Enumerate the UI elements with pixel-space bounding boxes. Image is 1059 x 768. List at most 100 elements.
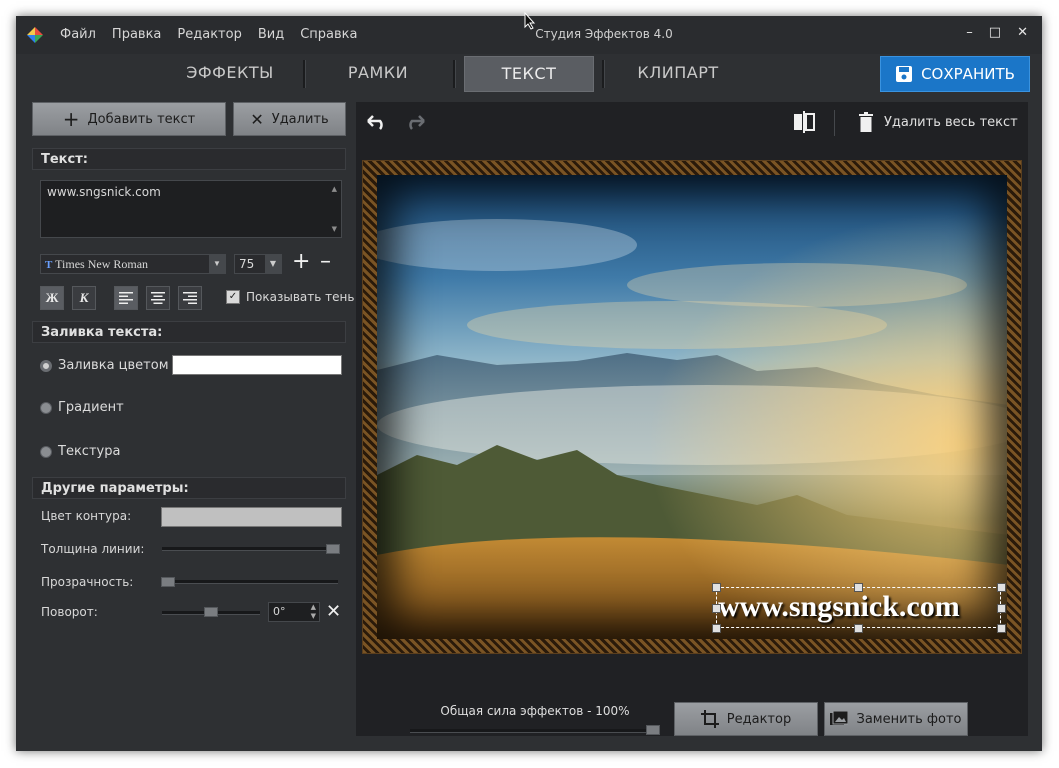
italic-button[interactable]: К — [72, 286, 96, 310]
chevron-down-icon[interactable]: ▼ — [265, 255, 281, 273]
fill-color-radio[interactable]: Заливка цветом — [40, 358, 169, 373]
delete-text-button[interactable]: ✕ Удалить — [233, 102, 346, 136]
line-width-thumb[interactable] — [326, 544, 340, 554]
spin-arrows-icon[interactable]: ▲ ▼ — [311, 603, 316, 621]
menu-help[interactable]: Справка — [300, 27, 357, 42]
align-right-icon — [183, 292, 197, 304]
line-width-label: Толщина линии: — [41, 542, 145, 556]
fill-color-swatch[interactable] — [172, 355, 342, 375]
tab-separator — [453, 60, 456, 88]
tab-clipart[interactable]: КЛИПАРТ — [608, 56, 748, 90]
font-size-value: 75 — [239, 257, 255, 271]
align-right-button[interactable] — [178, 286, 202, 310]
resize-handle[interactable] — [712, 604, 721, 613]
rotation-label: Поворот: — [41, 605, 98, 619]
increase-size-button[interactable]: + — [292, 250, 310, 274]
checkmark-icon: ✓ — [226, 290, 240, 304]
effect-strength-thumb[interactable] — [646, 725, 660, 735]
decrease-size-button[interactable]: – — [320, 250, 331, 274]
font-name: Times New Roman — [55, 257, 149, 271]
chevron-down-icon[interactable]: ▼ — [209, 255, 225, 273]
tab-separator — [602, 60, 605, 88]
rotation-thumb[interactable] — [204, 607, 218, 617]
menu-view[interactable]: Вид — [258, 27, 284, 42]
bold-button[interactable]: Ж — [40, 286, 64, 310]
align-left-icon — [119, 292, 133, 304]
text-input-value: www.sngsnick.com — [47, 185, 161, 199]
effect-strength-label: Общая сила эффектов - 100% — [440, 704, 630, 718]
menu-bar: Файл Правка Редактор Вид Справка — [60, 27, 357, 42]
delete-label: Удалить — [271, 111, 329, 127]
scroll-up-icon[interactable]: ▲ — [332, 185, 337, 193]
replace-photo-button[interactable]: Заменить фото — [824, 702, 968, 736]
photo-vignette — [377, 175, 1007, 639]
radio-icon — [40, 445, 52, 458]
text-section-header: Текст: — [32, 148, 346, 170]
menu-edit[interactable]: Правка — [112, 27, 161, 42]
menu-file[interactable]: Файл — [60, 27, 96, 42]
tab-text[interactable]: ТЕКСТ — [464, 56, 594, 92]
flip-icon[interactable] — [793, 110, 815, 134]
outline-color-label: Цвет контура: — [41, 509, 132, 523]
opacity-thumb[interactable] — [161, 577, 175, 587]
fill-section-header: Заливка текста: — [32, 321, 346, 343]
resize-handle[interactable] — [712, 624, 721, 633]
maximize-icon[interactable]: □ — [989, 25, 1001, 40]
font-family-select[interactable]: T Times New Roman ▼ — [40, 254, 226, 274]
add-text-button[interactable]: + Добавить текст — [32, 102, 226, 136]
reset-rotation-icon[interactable]: ✕ — [326, 601, 341, 622]
align-center-button[interactable] — [146, 286, 170, 310]
line-width-slider[interactable] — [162, 547, 340, 551]
plus-icon: + — [62, 107, 80, 131]
resize-handle[interactable] — [854, 583, 863, 592]
resize-handle[interactable] — [712, 583, 721, 592]
tab-frames[interactable]: РАМКИ — [308, 56, 448, 90]
menu-editor[interactable]: Редактор — [177, 27, 241, 42]
resize-handle[interactable] — [997, 604, 1006, 613]
minimize-icon[interactable]: – — [966, 25, 973, 40]
window-controls: – □ ✕ — [966, 25, 1028, 40]
show-shadow-label: Показывать тень — [246, 290, 355, 304]
text-input[interactable]: www.sngsnick.com ▲ ▼ — [40, 180, 342, 238]
gradient-label: Градиент — [58, 400, 124, 415]
canvas-area: Удалить весь текст www.sngsnick.com Обща… — [356, 102, 1028, 736]
delete-all-text-button[interactable]: Удалить весь текст — [858, 112, 1018, 132]
toolbar-divider — [834, 110, 835, 136]
text-selection-box[interactable] — [716, 587, 1001, 628]
redo-icon[interactable] — [404, 114, 426, 130]
texture-radio[interactable]: Текстура — [40, 444, 120, 459]
outline-color-swatch[interactable] — [161, 507, 342, 527]
tab-separator — [303, 60, 306, 88]
show-shadow-checkbox[interactable]: ✓ Показывать тень — [226, 290, 354, 304]
add-text-label: Добавить текст — [87, 111, 196, 127]
photo-frame — [362, 160, 1022, 654]
resize-handle[interactable] — [997, 583, 1006, 592]
editor-button[interactable]: Редактор — [674, 702, 818, 736]
close-icon[interactable]: ✕ — [1017, 25, 1028, 40]
tab-effects[interactable]: ЭФФЕКТЫ — [160, 56, 300, 90]
font-icon: T — [45, 259, 53, 271]
x-icon: ✕ — [250, 109, 264, 129]
canvas-toolbar: Удалить весь текст — [356, 102, 1028, 144]
resize-handle[interactable] — [854, 624, 863, 633]
scroll-down-icon[interactable]: ▼ — [332, 225, 337, 233]
other-section-header: Другие параметры: — [32, 477, 346, 499]
opacity-slider[interactable] — [162, 580, 338, 584]
font-size-select[interactable]: 75 ▼ — [234, 254, 282, 274]
rotation-input[interactable]: 0° ▲ ▼ — [268, 602, 320, 622]
undo-icon[interactable] — [366, 114, 388, 130]
resize-handle[interactable] — [997, 624, 1006, 633]
landscape-photo[interactable] — [377, 175, 1007, 639]
editor-label: Редактор — [726, 711, 792, 727]
app-logo-icon — [27, 27, 43, 43]
app-window: Файл Правка Редактор Вид Справка Студия … — [16, 16, 1042, 751]
delete-all-label: Удалить весь текст — [884, 114, 1018, 130]
align-left-button[interactable] — [114, 286, 138, 310]
save-button[interactable]: СОХРАНИТЬ — [880, 56, 1030, 92]
effect-strength-slider[interactable] — [410, 729, 658, 733]
mouse-cursor-icon — [524, 12, 536, 30]
texture-label: Текстура — [58, 444, 121, 459]
gradient-radio[interactable]: Градиент — [40, 400, 124, 415]
opacity-label: Прозрачность: — [41, 575, 134, 589]
image-icon — [830, 711, 849, 725]
